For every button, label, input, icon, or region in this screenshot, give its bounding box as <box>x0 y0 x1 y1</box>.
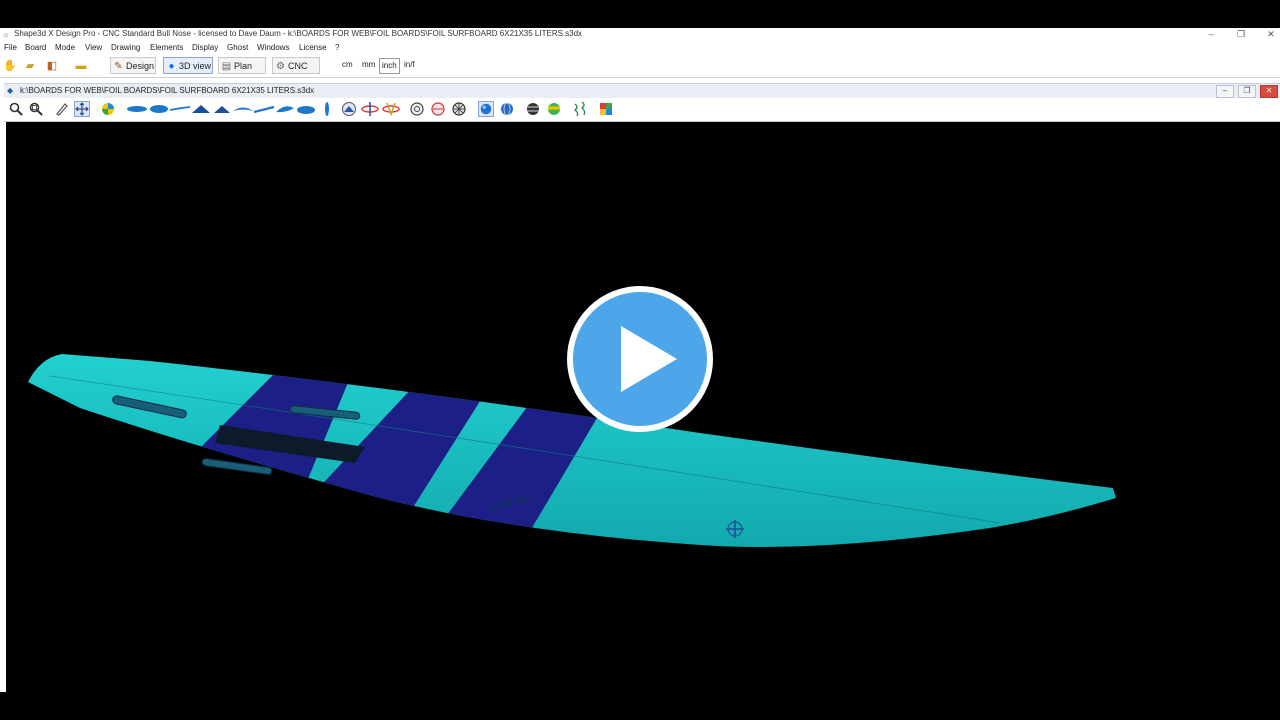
video-play-button[interactable] <box>567 286 713 432</box>
3d-view-mode-label: 3D view <box>179 61 212 71</box>
menu-board[interactable]: Board <box>25 43 46 52</box>
render-solid-icon[interactable] <box>478 101 494 117</box>
board-rocker-view-icon[interactable] <box>169 101 191 117</box>
menu-bar: File Board Mode View Drawing Elements Di… <box>0 42 1280 54</box>
document-icon: ◆ <box>7 86 14 95</box>
render-grid-icon[interactable] <box>451 101 467 117</box>
document-title-bar: ◆ k:\BOARDS FOR WEB\FOIL BOARDS\FOIL SUR… <box>4 83 1280 98</box>
color-shading-icon[interactable] <box>100 101 116 117</box>
render-stripes-icon[interactable] <box>525 101 541 117</box>
thickness-view-icon[interactable] <box>232 101 254 117</box>
menu-windows[interactable]: Windows <box>257 43 289 52</box>
menu-help[interactable]: ? <box>335 43 339 52</box>
hand-icon[interactable]: ✋ <box>3 59 17 73</box>
board-top-view-icon[interactable] <box>148 101 170 117</box>
rotate-view-icon[interactable] <box>74 101 90 117</box>
print-icon[interactable]: ▬ <box>74 59 88 73</box>
close-button[interactable]: ✕ <box>1256 28 1280 41</box>
render-shaded-icon[interactable] <box>499 101 515 117</box>
side-view-icon[interactable] <box>295 101 317 117</box>
slice-view-2-icon[interactable] <box>211 101 233 117</box>
plan-mode-label: Plan <box>234 61 253 71</box>
bottom-view-icon[interactable] <box>274 101 296 117</box>
doc-restore-button[interactable]: ❐ <box>1238 85 1256 98</box>
save-icon[interactable]: ◧ <box>45 59 59 73</box>
globe-icon: ● <box>168 61 175 72</box>
render-wireframe-icon[interactable] <box>409 101 425 117</box>
minimize-button[interactable]: – <box>1196 28 1226 41</box>
color-palette-icon[interactable] <box>598 101 614 117</box>
menu-view[interactable]: View <box>85 43 102 52</box>
design-icon: ✎ <box>114 61 123 72</box>
curves-icon[interactable] <box>572 101 588 117</box>
view-toolbar <box>4 98 1280 122</box>
doc-minimize-button[interactable]: – <box>1216 85 1234 98</box>
zoom-icon[interactable] <box>8 101 24 117</box>
cnc-mode-label: CNC <box>288 61 308 71</box>
menu-ghost[interactable]: Ghost <box>227 43 248 52</box>
document-title: k:\BOARDS FOR WEB\FOIL BOARDS\FOIL SURFB… <box>20 86 315 95</box>
camera-front-icon[interactable] <box>341 101 357 117</box>
open-folder-icon[interactable]: ▰ <box>23 59 37 73</box>
menu-mode[interactable]: Mode <box>55 43 75 52</box>
menu-file[interactable]: File <box>4 43 17 52</box>
cnc-icon: ⚙ <box>276 61 285 72</box>
unit-cm[interactable]: cm <box>342 60 353 69</box>
menu-license[interactable]: License <box>299 43 327 52</box>
plan-mode-button[interactable]: ▤ Plan <box>218 57 266 74</box>
pen-tool-icon[interactable] <box>54 101 70 117</box>
rotate-y-icon[interactable] <box>381 101 401 117</box>
play-icon <box>567 286 713 432</box>
design-mode-label: Design <box>126 61 155 71</box>
menu-elements[interactable]: Elements <box>150 43 183 52</box>
main-toolbar: ✋ ▰ ◧ ▬ ✎ Design ● 3D view ▤ Plan ⚙ CNC cm m… <box>0 55 1280 78</box>
restore-button[interactable]: ❐ <box>1226 28 1256 41</box>
render-color-icon[interactable] <box>546 101 562 117</box>
vertical-board-icon[interactable] <box>319 101 335 117</box>
render-red-icon[interactable] <box>430 101 446 117</box>
cnc-mode-button[interactable]: ⚙ CNC <box>272 57 320 74</box>
menu-display[interactable]: Display <box>192 43 218 52</box>
window-title: Shape3d X Design Pro - CNC Standard Bull… <box>14 29 583 38</box>
deck-view-icon[interactable] <box>253 101 275 117</box>
design-mode-button[interactable]: ✎ Design <box>110 57 156 74</box>
plan-icon: ▤ <box>221 61 232 72</box>
unit-inch[interactable]: inch <box>379 58 400 74</box>
3d-view-mode-button[interactable]: ● 3D view <box>163 57 213 74</box>
slice-view-icon[interactable] <box>190 101 212 117</box>
zoom-window-icon[interactable] <box>28 101 44 117</box>
doc-close-button[interactable]: ✕ <box>1260 85 1278 98</box>
board-outline-view-icon[interactable] <box>126 101 148 117</box>
rotate-x-icon[interactable] <box>360 101 380 117</box>
app-icon: ☼ <box>2 30 10 39</box>
unit-mm[interactable]: mm <box>362 60 375 69</box>
title-bar: ☼ Shape3d X Design Pro - CNC Standard Bu… <box>0 28 1280 41</box>
menu-drawing[interactable]: Drawing <box>111 43 140 52</box>
unit-in-f[interactable]: in/f <box>404 60 415 69</box>
